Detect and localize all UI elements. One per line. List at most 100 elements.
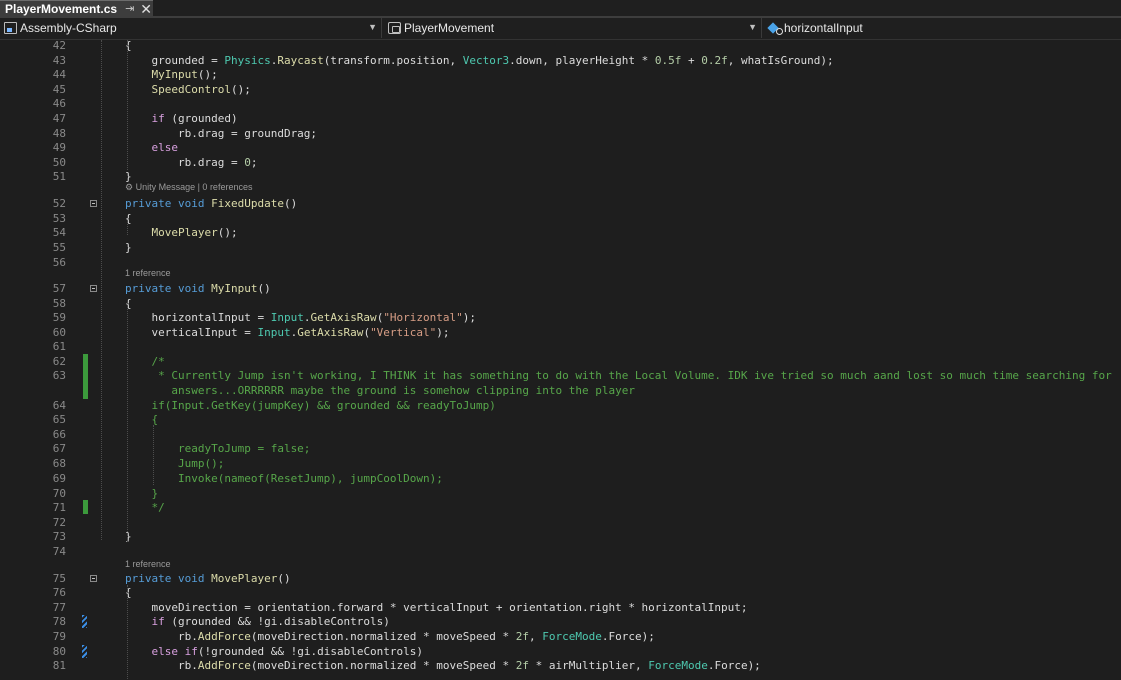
- code-text: rb.drag = groundDrag;: [125, 127, 318, 140]
- pin-icon[interactable]: ⇥: [125, 2, 134, 15]
- code-line[interactable]: 49 else: [0, 140, 1121, 155]
- code-text: else: [151, 141, 179, 154]
- line-number: 60: [52, 326, 66, 339]
- code-line[interactable]: 52 private void FixedUpdate(): [0, 196, 1121, 211]
- code-line[interactable]: 47 if (grounded): [0, 111, 1121, 126]
- code-line[interactable]: 60 verticalInput = Input.GetAxisRaw("Ver…: [0, 325, 1121, 340]
- code-line[interactable]: 64 if(Input.GetKey(jumpKey) && grounded …: [0, 398, 1121, 413]
- code-line[interactable]: 73}: [0, 529, 1121, 544]
- code-line[interactable]: 54 MovePlayer();: [0, 225, 1121, 240]
- type-dropdown[interactable]: PlayerMovement ▼: [384, 18, 762, 38]
- code-line[interactable]: 45 SpeedControl();: [0, 82, 1121, 97]
- code-text: }: [125, 530, 132, 543]
- line-number: 55: [52, 241, 66, 254]
- line-number: 53: [52, 212, 66, 225]
- line-number: 65: [52, 413, 66, 426]
- line-number: 63: [52, 369, 66, 382]
- code-line[interactable]: 70 }: [0, 486, 1121, 501]
- field-icon: [768, 22, 783, 35]
- fold-toggle-icon[interactable]: [90, 575, 97, 582]
- code-line[interactable]: 78 if (grounded && !gi.disableControls): [0, 614, 1121, 629]
- code-line[interactable]: 67 readyToJump = false;: [0, 441, 1121, 456]
- code-line[interactable]: 44 MyInput();: [0, 67, 1121, 82]
- code-lens[interactable]: 1 reference: [125, 268, 171, 278]
- code-line[interactable]: 63 * Currently Jump isn't working, I THI…: [0, 368, 1121, 383]
- indent-guide: [127, 302, 128, 542]
- code-text: MovePlayer();: [151, 226, 238, 239]
- line-number: 69: [52, 472, 66, 485]
- code-line[interactable]: 50 rb.drag = 0;: [0, 155, 1121, 170]
- code-line[interactable]: 58 {: [0, 296, 1121, 311]
- line-number: 80: [52, 645, 66, 658]
- project-icon: [4, 22, 17, 34]
- code-line[interactable]: answers...ORRRRRR maybe the ground is so…: [0, 383, 1121, 398]
- line-number: 47: [52, 112, 66, 125]
- code-text: Jump();: [125, 457, 225, 470]
- code-line[interactable]: 80 else if(!grounded && !gi.disableContr…: [0, 644, 1121, 659]
- code-line[interactable]: 55}: [0, 240, 1121, 255]
- code-line[interactable]: 43 grounded = Physics.Raycast(transform.…: [0, 53, 1121, 68]
- code-line[interactable]: 79 rb.AddForce(moveDirection.normalized …: [0, 629, 1121, 644]
- code-text: }: [125, 241, 132, 254]
- code-text: * Currently Jump isn't working, I THINK …: [125, 369, 1112, 382]
- line-number: 66: [52, 428, 66, 441]
- code-text: */: [125, 501, 165, 514]
- line-number: 78: [52, 615, 66, 628]
- code-text: private void FixedUpdate(): [125, 197, 298, 210]
- code-text: MyInput();: [151, 68, 218, 81]
- code-line[interactable]: 53 {: [0, 211, 1121, 226]
- code-line[interactable]: 59 horizontalInput = Input.GetAxisRaw("H…: [0, 310, 1121, 325]
- line-number: 45: [52, 83, 66, 96]
- code-lens[interactable]: ⚙ Unity Message | 0 references: [125, 182, 252, 193]
- line-number: 44: [52, 68, 66, 81]
- code-line[interactable]: 76 {: [0, 585, 1121, 600]
- member-dropdown[interactable]: horizontalInput: [764, 18, 1121, 38]
- line-number: 52: [52, 197, 66, 210]
- code-text: private void MovePlayer(): [125, 572, 291, 585]
- indent-guide: [127, 220, 128, 235]
- indent-guide: [127, 585, 128, 680]
- line-number: 64: [52, 399, 66, 412]
- code-lens[interactable]: 1 reference: [125, 559, 171, 569]
- code-text: rb.drag = 0;: [125, 156, 258, 169]
- code-text: moveDirection = orientation.forward * ve…: [125, 601, 748, 614]
- line-number: 46: [52, 97, 66, 110]
- code-editor[interactable]: 42 {43 grounded = Physics.Raycast(transfo…: [0, 40, 1121, 680]
- code-line[interactable]: 74: [0, 544, 1121, 559]
- code-text: if (grounded): [151, 112, 238, 125]
- code-text: {: [125, 40, 132, 52]
- line-number: 73: [52, 530, 66, 543]
- code-line[interactable]: 48 rb.drag = groundDrag;: [0, 126, 1121, 141]
- tab-title: PlayerMovement.cs: [5, 1, 118, 16]
- change-marker: [83, 354, 88, 399]
- line-number: 76: [52, 586, 66, 599]
- fold-toggle-icon[interactable]: [90, 200, 97, 207]
- code-line[interactable]: 72: [0, 515, 1121, 530]
- close-icon[interactable]: ✕: [140, 2, 152, 16]
- project-dropdown[interactable]: Assembly-CSharp ▼: [0, 18, 382, 38]
- fold-toggle-icon[interactable]: [90, 285, 97, 292]
- code-line[interactable]: 75 private void MovePlayer(): [0, 571, 1121, 586]
- code-text: if (grounded && !gi.disableControls): [151, 615, 390, 628]
- code-line[interactable]: 46: [0, 96, 1121, 111]
- code-line[interactable]: 81 rb.AddForce(moveDirection.normalized …: [0, 658, 1121, 673]
- code-text: SpeedControl();: [151, 83, 251, 96]
- code-line[interactable]: 62 /*: [0, 354, 1121, 369]
- code-line[interactable]: 42 {: [0, 40, 1121, 53]
- code-text: verticalInput = Input.GetAxisRaw("Vertic…: [125, 326, 450, 339]
- code-line[interactable]: 61: [0, 339, 1121, 354]
- tab-bar: PlayerMovement.cs ⇥ ✕: [0, 0, 1121, 18]
- code-line[interactable]: 71 */: [0, 500, 1121, 515]
- code-text: horizontalInput = Input.GetAxisRaw("Hori…: [125, 311, 477, 324]
- code-line[interactable]: 77 moveDirection = orientation.forward *…: [0, 600, 1121, 615]
- tab-playermovement[interactable]: PlayerMovement.cs ⇥ ✕: [0, 0, 153, 16]
- line-number: 68: [52, 457, 66, 470]
- code-line[interactable]: 69 Invoke(nameof(ResetJump), jumpCoolDow…: [0, 471, 1121, 486]
- code-line[interactable]: 68 Jump();: [0, 456, 1121, 471]
- line-number: 81: [52, 659, 66, 672]
- code-line[interactable]: 66: [0, 427, 1121, 442]
- type-label: PlayerMovement: [404, 21, 495, 35]
- code-line[interactable]: 57 private void MyInput(): [0, 281, 1121, 296]
- code-text: answers...ORRRRRR maybe the ground is so…: [125, 384, 635, 397]
- code-line[interactable]: 65 {: [0, 412, 1121, 427]
